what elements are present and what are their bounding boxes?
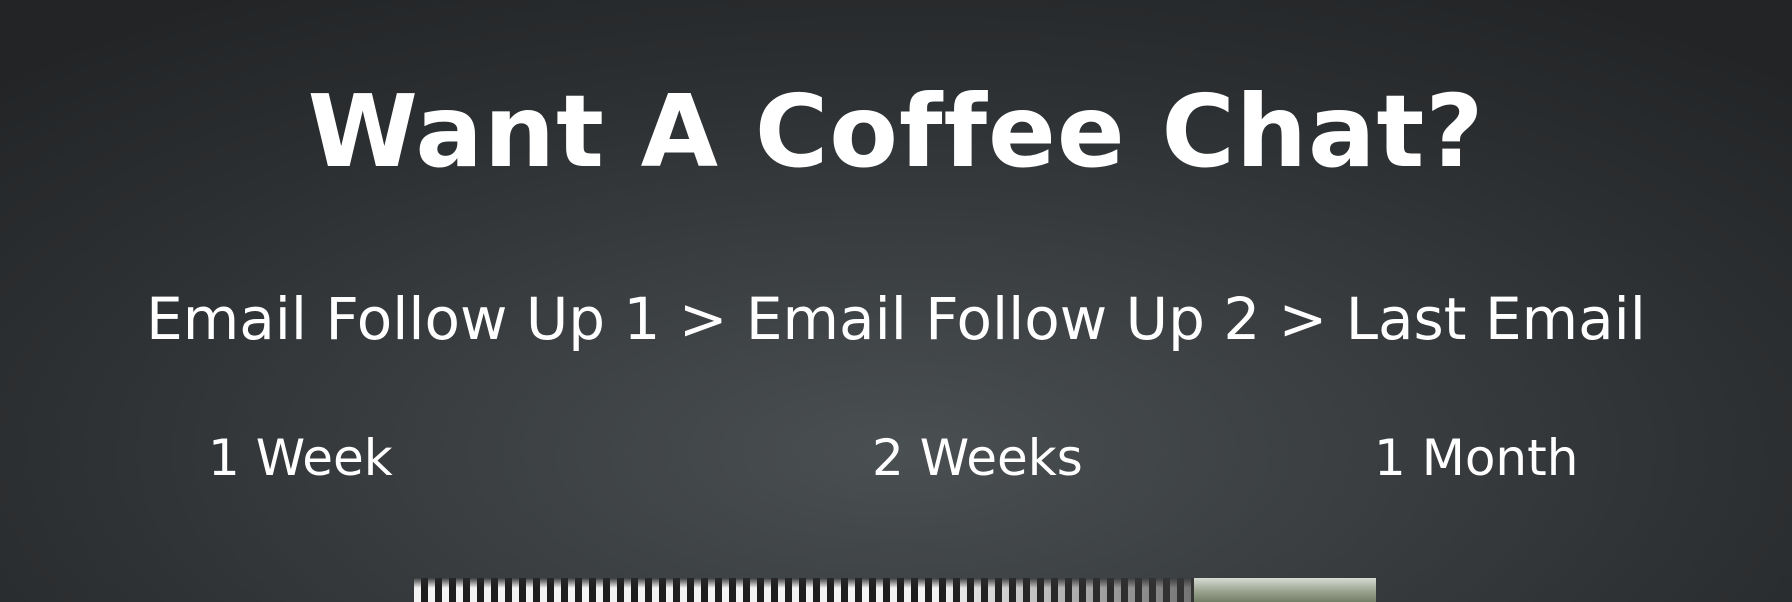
timing-label-1: 1 Week — [208, 429, 393, 487]
slide-photo — [414, 578, 1376, 602]
slide-title: Want A Coffee Chat? — [307, 73, 1485, 190]
photo-fade — [934, 578, 1194, 602]
timing-label-3: 1 Month — [1374, 429, 1579, 487]
email-sequence: Email Follow Up 1 > Email Follow Up 2 > … — [146, 285, 1646, 353]
timing-label-2: 2 Weeks — [872, 429, 1083, 487]
slide: Want A Coffee Chat? Email Follow Up 1 > … — [0, 0, 1792, 602]
photo-trees — [1194, 578, 1376, 602]
